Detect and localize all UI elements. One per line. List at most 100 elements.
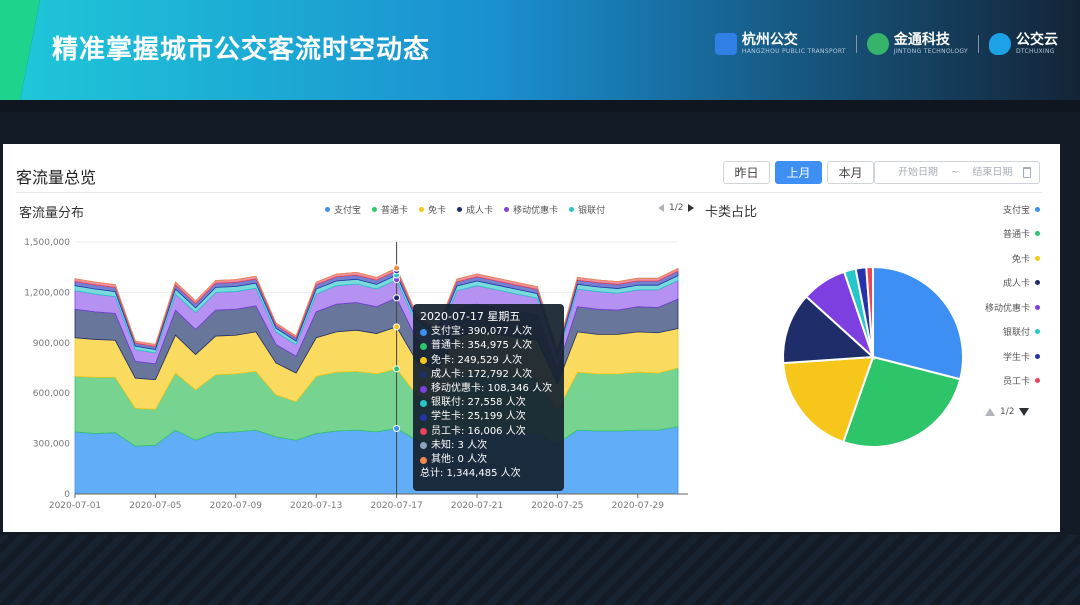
tooltip-dot-icon: [420, 328, 427, 336]
hover-point: [393, 294, 401, 302]
legend-prev-icon[interactable]: [658, 204, 664, 212]
calendar-icon[interactable]: [1023, 167, 1031, 178]
area-chart-legend: 支付宝 普通卡 免卡 成人卡 移动优惠卡 银联付: [325, 203, 616, 216]
pie-legend-dot-icon: [1035, 206, 1040, 212]
hover-point: [393, 365, 401, 373]
pie-legend-item[interactable]: 学生卡: [940, 350, 1040, 363]
tooltip-row-label: 未知: 3 人次: [431, 439, 488, 451]
pie-legend-label: 成人卡: [1002, 279, 1030, 289]
legend-next-icon[interactable]: [688, 204, 695, 212]
tooltip-row: 普通卡: 354,975 人次: [420, 339, 557, 353]
pie-chart-title: 卡类占比: [705, 205, 758, 220]
bus-cloud-logo-text: 公交云: [1016, 32, 1058, 48]
legend-item[interactable]: 移动优惠卡: [504, 203, 558, 216]
legend-label: 移动优惠卡: [513, 206, 559, 216]
pie-legend-label: 普通卡: [1002, 230, 1030, 240]
pie-legend-item[interactable]: 员工卡: [940, 375, 1040, 387]
pie-legend-item[interactable]: 成人卡: [940, 277, 1040, 289]
area-chart-title: 客流量分布: [19, 206, 85, 221]
pie-legend-dot-icon: [1035, 304, 1040, 310]
pie-legend-pager: 1/2: [985, 407, 1030, 417]
hover-point: [393, 264, 401, 272]
pie-legend-item[interactable]: 银联付: [940, 326, 1040, 338]
start-date-input[interactable]: [887, 167, 949, 178]
passenger-flow-panel: 客流量总览 昨日 上月 本月 ~ 客流量分布 支付宝普通卡免卡成人卡移动优惠卡银…: [3, 144, 1060, 532]
tooltip-date: 2020-07-17 星期五: [420, 310, 521, 323]
pie-legend-item[interactable]: 移动优惠卡: [940, 301, 1040, 314]
x-tick-label: 2020-07-17: [370, 501, 422, 511]
tooltip-row-label: 支付宝: 390,077 人次: [431, 326, 533, 338]
legend-pager: 1/2: [658, 203, 695, 213]
legend-dot-icon: [325, 207, 330, 212]
tooltip-row-label: 其他: 0 人次: [431, 454, 488, 466]
pie-legend-prev-icon[interactable]: [985, 408, 995, 416]
legend-item[interactable]: 成人卡: [457, 203, 493, 216]
pie-legend-dot-icon: [1035, 280, 1040, 285]
legend-dot-icon: [372, 207, 378, 212]
y-tick-label: 1,500,000: [24, 238, 70, 248]
tooltip-dot-icon: [420, 442, 427, 450]
x-tick-label: 2020-07-21: [451, 501, 503, 511]
y-tick-label: 300,000: [33, 440, 70, 450]
tooltip-dot-icon: [420, 428, 427, 436]
legend-item[interactable]: 普通卡: [372, 203, 408, 216]
end-date-input[interactable]: [961, 167, 1024, 178]
stacked-area-chart[interactable]: 0 300,000 600,000 900,000 1,200,000 1,500,000…: [3, 222, 703, 532]
legend-item[interactable]: 银联付: [569, 203, 605, 216]
pie-legend-item[interactable]: 普通卡: [940, 228, 1040, 240]
hangzhou-bus-logo-text: 杭州公交: [741, 32, 798, 48]
bus-cloud-logo-subtext: DTCHUXING: [1016, 48, 1055, 55]
chart-tooltip: 2020-07-17 星期五 支付宝: 390,077 人次 普通卡: 354,9…: [413, 304, 564, 491]
yesterday-button[interactable]: 昨日: [723, 161, 770, 184]
tooltip-dot-icon: [420, 343, 427, 350]
tooltip-row-label: 移动优惠卡: 108,346 人次: [431, 383, 553, 395]
tooltip-row: 银联付: 27,558 人次: [420, 396, 557, 410]
x-tick-label: 2020-07-05: [129, 501, 181, 511]
pie-legend-label: 支付宝: [1002, 205, 1030, 216]
jintong-logo-icon: [866, 33, 889, 55]
pie-legend-item[interactable]: 免卡: [940, 252, 1040, 265]
tooltip-row: 免卡: 249,529 人次: [420, 354, 557, 368]
date-range-picker[interactable]: ~: [874, 161, 1040, 184]
jintong-logo-text: 金通科技: [893, 32, 950, 48]
legend-page-indicator: 1/2: [669, 203, 684, 213]
pie-legend-next-icon[interactable]: [1019, 408, 1030, 416]
tooltip-row: 支付宝: 390,077 人次: [420, 325, 557, 339]
pie-legend-dot-icon: [1035, 329, 1040, 334]
tooltip-row: 移动优惠卡: 108,346 人次: [420, 382, 557, 396]
hover-point: [393, 323, 401, 331]
last-month-button[interactable]: 上月: [775, 161, 822, 184]
y-tick-label: 0: [64, 490, 70, 500]
x-tick-label: 2020-07-09: [210, 501, 263, 511]
pie-legend-item[interactable]: 支付宝: [940, 203, 1040, 216]
hangzhou-bus-logo-icon: [714, 33, 737, 55]
legend-dot-icon: [419, 207, 425, 212]
pie-legend-label: 免卡: [1011, 254, 1030, 265]
tooltip-row-label: 学生卡: 25,199 人次: [431, 411, 526, 423]
x-tick-label: 2020-07-25: [531, 501, 583, 511]
legend-item[interactable]: 免卡: [419, 203, 446, 216]
y-tick-label: 900,000: [33, 339, 70, 349]
tooltip-row-label: 免卡: 249,529 人次: [431, 354, 523, 366]
tooltip-dot-icon: [420, 357, 427, 365]
this-month-button[interactable]: 本月: [827, 161, 874, 184]
tooltip-row-label: 成人卡: 172,792 人次: [431, 368, 533, 380]
partner-logos: 杭州公交 HANGZHOU PUBLIC TRANSPORT 金通科技 JINT…: [714, 30, 1058, 58]
hangzhou-bus-logo: 杭州公交 HANGZHOU PUBLIC TRANSPORT: [714, 32, 846, 55]
tooltip-row-label: 员工卡: 16,006 人次: [431, 425, 526, 437]
legend-label: 支付宝: [334, 206, 362, 216]
logo-separator: [855, 35, 857, 53]
tooltip-row-label: 银联付: 27,558 人次: [431, 397, 526, 409]
tooltip-row: 未知: 3 人次: [420, 439, 557, 453]
jintong-logo: 金通科技 JINTONG TECHNOLOGY: [866, 32, 968, 55]
y-tick-label: 600,000: [33, 389, 70, 399]
x-tick-label: 2020-07-01: [49, 501, 101, 511]
tooltip-dot-icon: [420, 385, 427, 393]
tooltip-row-label: 普通卡: 354,975 人次: [431, 340, 533, 352]
jintong-logo-subtext: JINTONG TECHNOLOGY: [893, 48, 968, 55]
date-range-separator: ~: [951, 167, 960, 178]
panel-divider: [16, 192, 1042, 193]
legend-item[interactable]: 支付宝: [325, 203, 361, 216]
panel-title: 客流量总览: [16, 168, 97, 187]
y-tick-label: 1,200,000: [24, 288, 70, 298]
